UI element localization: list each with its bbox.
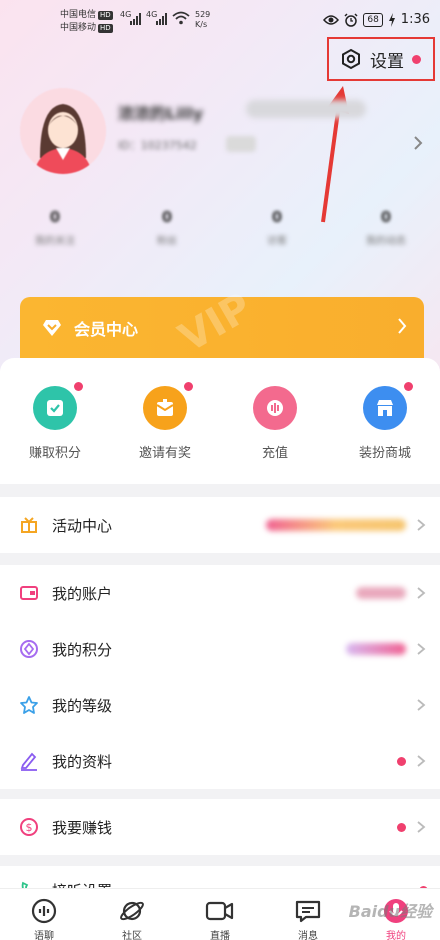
- voice-chat-icon: [31, 898, 57, 924]
- planet-icon: [120, 901, 144, 921]
- user-id: ID：10237542: [118, 139, 197, 152]
- battery-level: 68: [363, 12, 383, 27]
- wifi-icon: [172, 11, 190, 25]
- shop-icon: [363, 382, 413, 430]
- activity-promo-text: [266, 519, 406, 531]
- avatar[interactable]: [20, 88, 106, 174]
- section-activity: 活动中心: [0, 497, 440, 553]
- avatar-illustration-icon: [20, 88, 106, 174]
- alarm-icon: [344, 12, 358, 27]
- invite-reward-icon: [143, 382, 193, 430]
- chevron-right-icon: [417, 821, 426, 833]
- menu-item-earn-money[interactable]: $ 我要赚钱: [0, 799, 440, 855]
- star-level-icon: [18, 694, 40, 716]
- member-center-label: 会员中心: [74, 320, 139, 339]
- menu-item-my-points[interactable]: 我的积分: [0, 621, 440, 677]
- network-speed: 529 K/s: [195, 10, 211, 29]
- chevron-right-icon: [417, 699, 426, 711]
- notification-dot: [74, 382, 83, 391]
- menu-item-my-level[interactable]: 我的等级: [0, 677, 440, 733]
- menu-item-activity-center[interactable]: 活动中心: [0, 497, 440, 553]
- section-earn: $ 我要赚钱: [0, 799, 440, 855]
- section-account: 我的账户 我的积分 我的等级 我的资料: [0, 565, 440, 789]
- baidu-watermark: Baidu经验: [348, 902, 432, 921]
- stat-fans[interactable]: 0 粉丝: [127, 208, 207, 247]
- svg-text:$: $: [26, 821, 33, 834]
- stat-visitors[interactable]: 0 访客: [237, 208, 317, 247]
- points-icon: [18, 638, 40, 660]
- chevron-right-icon: [417, 519, 426, 531]
- menu-item-my-profile[interactable]: 我的资料: [0, 733, 440, 789]
- diamond-icon: [43, 320, 61, 336]
- message-bubble-icon: [295, 900, 321, 923]
- recharge-icon: [253, 386, 297, 430]
- notification-dot: [184, 382, 193, 391]
- tab-voice-chat[interactable]: 语聊: [0, 897, 88, 940]
- wallet-icon: [18, 582, 40, 604]
- chevron-right-icon: [417, 587, 426, 599]
- chevron-right-icon: [398, 318, 407, 334]
- quick-action-recharge[interactable]: 充值: [220, 386, 330, 461]
- chevron-right-icon[interactable]: [412, 135, 424, 151]
- gift-box-icon: [18, 514, 40, 536]
- signal-icon: [130, 13, 141, 25]
- stat-posts[interactable]: 0 我的动态: [346, 208, 426, 247]
- clock: 1:36: [400, 12, 430, 27]
- stat-following[interactable]: 0 我的关注: [15, 208, 95, 247]
- quick-action-earn-points[interactable]: 赚取积分: [0, 382, 110, 461]
- chevron-right-icon: [417, 643, 426, 655]
- annotation-highlight-box: [327, 37, 435, 81]
- notification-dot: [397, 822, 406, 832]
- video-camera-icon: [205, 901, 234, 921]
- vip-tag: [246, 100, 366, 118]
- signal-icon: [156, 13, 167, 25]
- quick-action-invite[interactable]: 邀请有奖: [110, 382, 220, 461]
- notification-dot: [397, 756, 406, 766]
- copy-id-tag[interactable]: [226, 136, 256, 152]
- tab-live[interactable]: 直播: [176, 897, 264, 940]
- tab-community[interactable]: 社区: [88, 897, 176, 940]
- status-bar: 中国电信 HD 中国移动 HD 4G 4G 529 K/s 68 1:36: [0, 0, 440, 40]
- eye-icon: [323, 14, 340, 25]
- edit-pen-icon: [18, 750, 40, 772]
- carrier-1: 中国电信 HD: [60, 10, 113, 20]
- quick-actions-card: 赚取积分 邀请有奖 充值 装扮商城: [0, 358, 440, 484]
- tab-messages[interactable]: 消息: [264, 897, 352, 940]
- charging-icon: [388, 12, 395, 27]
- money-icon: $: [18, 816, 40, 838]
- username: 浓浓的Lilly: [118, 104, 204, 123]
- notification-dot: [404, 382, 413, 391]
- quick-action-dress-shop[interactable]: 装扮商城: [330, 382, 440, 461]
- carrier-2: 中国移动 HD: [60, 23, 113, 33]
- account-balance: [356, 587, 406, 599]
- earn-points-icon: [33, 382, 83, 430]
- menu-item-my-account[interactable]: 我的账户: [0, 565, 440, 621]
- points-value: [346, 643, 406, 655]
- chevron-right-icon: [417, 755, 426, 767]
